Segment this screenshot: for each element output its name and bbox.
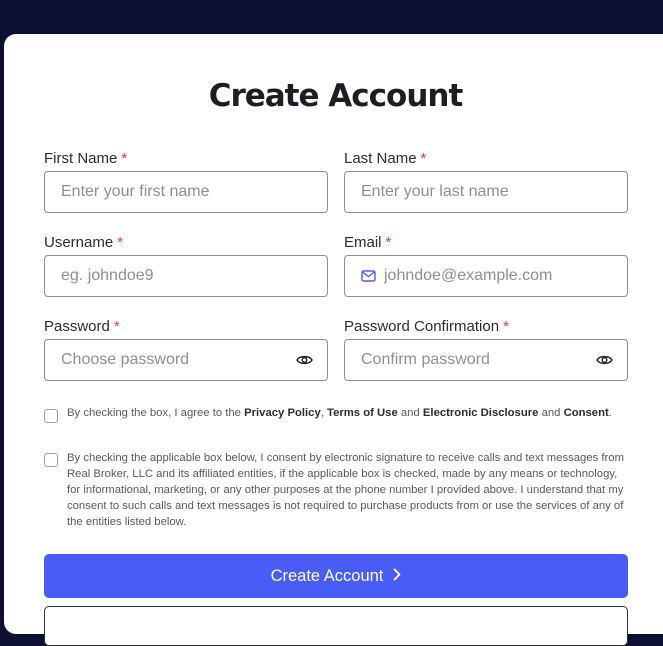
username-input[interactable] [45,256,327,296]
sms-consent-checkbox[interactable] [44,453,58,467]
last-name-field[interactable] [344,171,628,213]
terms-of-use-link[interactable]: Terms of Use [327,407,398,419]
last-name-label: Last Name * [344,150,426,167]
eye-icon[interactable] [296,354,313,366]
required-mark: * [121,150,128,167]
email-label: Email * [344,234,391,251]
last-name-input[interactable] [345,172,627,212]
email-field[interactable] [344,255,628,297]
last-name-label-text: Last Name [344,150,417,167]
create-account-button-label: Create Account [270,566,384,585]
username-field[interactable] [44,255,328,297]
terms-consent-text: By checking the box, I agree to the Priv… [67,405,629,421]
required-mark: * [113,318,120,335]
first-name-label-text: First Name [44,150,118,167]
electronic-disclosure-link[interactable]: Electronic Disclosure [423,407,539,419]
chevron-right-icon [393,567,401,586]
password-field[interactable] [44,339,328,381]
mail-icon [361,270,376,282]
secondary-button[interactable] [44,606,628,646]
first-name-input[interactable] [45,172,327,212]
first-name-field[interactable] [44,171,328,213]
consent-link[interactable]: Consent [564,407,609,419]
email-label-text: Email [344,234,382,251]
eye-icon[interactable] [596,354,613,366]
password-label-text: Password [44,318,110,335]
username-label: Username * [44,234,123,251]
required-mark: * [420,150,427,167]
password-input[interactable] [45,340,296,380]
terms-prefix-text: By checking the box, I agree to the [67,407,241,419]
page-title: Create Account [208,78,464,114]
password-confirmation-label-text: Password Confirmation [344,318,500,335]
password-confirmation-field[interactable] [344,339,628,381]
required-mark: * [117,234,124,251]
and-text: and [541,407,561,419]
username-label-text: Username [44,234,114,251]
privacy-policy-link[interactable]: Privacy Policy [244,407,321,419]
password-confirmation-input[interactable] [345,340,596,380]
comma-text: , [320,407,324,419]
and-text: and [400,407,420,419]
terms-checkbox[interactable] [44,409,58,423]
required-mark: * [385,234,392,251]
sms-consent-text: By checking the applicable box below, I … [67,452,624,528]
period-text: . [608,407,612,419]
password-confirmation-label: Password Confirmation * [344,318,509,335]
create-account-button[interactable]: Create Account [44,554,628,598]
password-label: Password * [44,318,120,335]
required-mark: * [503,318,509,335]
first-name-label: First Name * [44,150,127,167]
email-input[interactable] [376,256,627,296]
